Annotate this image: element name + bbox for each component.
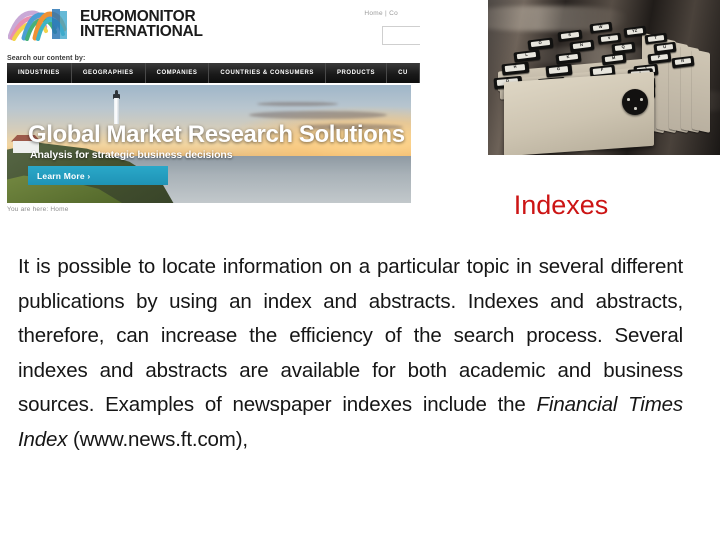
index-tab: N <box>569 39 595 53</box>
logo-line-2: INTERNATIONAL <box>80 23 203 40</box>
site-header: EUROMONITOR INTERNATIONAL Home | Co <box>0 0 420 62</box>
euromonitor-arcs-icon <box>8 7 74 41</box>
hero-banner: Global Market Research Solutions Analysi… <box>7 85 411 203</box>
body-lead-text: It is possible to locate information on … <box>18 255 683 416</box>
nav-item-cu[interactable]: CU <box>387 63 420 83</box>
card-stack: W YZ S V T O N Q U L K M P R H G F J D C… <box>493 21 718 155</box>
site-logo[interactable]: EUROMONITOR INTERNATIONAL <box>8 7 203 41</box>
breadcrumb: You are here: Home <box>7 206 69 213</box>
card-holder-knob <box>622 89 648 115</box>
search-by-label: Search our content by: <box>7 55 86 62</box>
body-tail-text: (www.news.ft.com), <box>67 427 248 451</box>
nav-item-geographies[interactable]: GEOGRAPHIES <box>72 63 146 83</box>
logo-line-1: EUROMONITOR <box>80 7 196 25</box>
index-tab: L <box>513 49 541 63</box>
nav-item-countries-consumers[interactable]: COUNTRIES & CONSUMERS <box>209 63 326 83</box>
index-tab: W <box>589 21 613 34</box>
learn-more-button[interactable]: Learn More › <box>28 166 168 185</box>
nav-item-products[interactable]: PRODUCTS <box>326 63 388 83</box>
main-navigation-bar[interactable]: INDUSTRIES GEOGRAPHIES COMPANIES COUNTRI… <box>7 63 420 83</box>
index-tab: S <box>557 29 583 42</box>
euromonitor-website-screenshot: EUROMONITOR INTERNATIONAL Home | Co Sear… <box>0 0 420 222</box>
index-tab: O <box>527 37 554 51</box>
slide-title: Indexes <box>513 190 609 220</box>
logo-wordmark: EUROMONITOR INTERNATIONAL <box>80 7 203 40</box>
utility-nav-links[interactable]: Home | Co <box>364 10 398 17</box>
banner-headline: Global Market Research Solutions <box>28 121 405 148</box>
index-card-dividers-photo: W YZ S V T O N Q U L K M P R H G F J D C… <box>488 0 720 155</box>
slide-body-paragraph: It is possible to locate information on … <box>18 250 683 457</box>
lighthouse-icon <box>112 89 121 124</box>
divider-card <box>692 49 710 133</box>
nav-item-companies[interactable]: COMPANIES <box>146 63 210 83</box>
index-tab: K <box>555 51 582 65</box>
banner-subheadline: Analysis for strategic business decision… <box>30 149 233 161</box>
nav-item-industries[interactable]: INDUSTRIES <box>7 63 72 83</box>
site-search-input[interactable] <box>382 26 420 45</box>
